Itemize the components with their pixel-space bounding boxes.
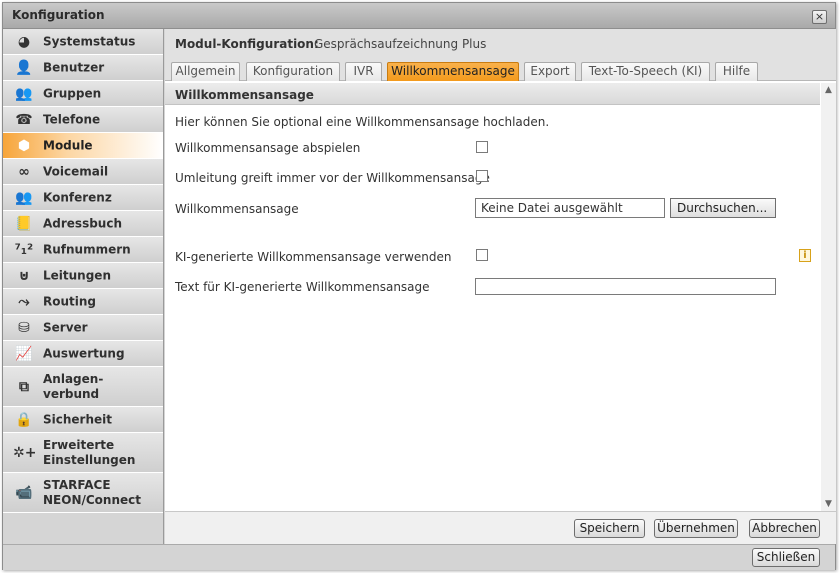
sidebar-item-label: Module [43, 138, 93, 152]
tab-allgemein[interactable]: Allgemein [171, 62, 240, 81]
label-line: STARFACE [43, 477, 111, 492]
addressbook-icon: 📒 [15, 215, 33, 232]
conference-icon: 👥 [15, 189, 33, 206]
sidebar-item-sicherheit[interactable]: 🔒 Sicherheit [3, 407, 163, 433]
window-bottombar: Schließen [3, 544, 835, 570]
sidebar-item-label: Erweiterte Einstellungen [43, 438, 135, 468]
sidebar-item-voicemail[interactable]: ∞ Voicemail [3, 159, 163, 185]
sidebar-item-label: Konferenz [43, 190, 112, 204]
voicemail-icon: ∞ [18, 163, 30, 180]
sidebar-item-routing[interactable]: ⤳ Routing [3, 289, 163, 315]
sidebar-item-label: Routing [43, 294, 97, 308]
status-icon: ◕ [17, 33, 31, 50]
main-panel: Modul-Konfiguration: Gesprächsaufzeichnu… [165, 29, 836, 544]
tab-export[interactable]: Export [524, 62, 576, 81]
play-welcome-checkbox[interactable] [476, 141, 488, 153]
sidebar-item-auswertung[interactable]: 📈 Auswertung [3, 341, 163, 367]
vertical-scrollbar[interactable]: ▲ ▼ [821, 83, 836, 511]
ai-welcome-checkbox[interactable] [476, 249, 488, 261]
header-label: Modul-Konfiguration: [175, 37, 319, 51]
label-line: NEON/Connect [43, 492, 141, 507]
sidebar-item-starface-neon[interactable]: 📹 STARFACE NEON/Connect [3, 473, 163, 513]
camera-icon: 📹 [15, 484, 33, 501]
scroll-down-icon[interactable]: ▼ [823, 499, 834, 509]
numbers-icon: ⁷₁² [14, 241, 34, 258]
sidebar-item-anlagenverbund[interactable]: ⧉ Anlagen-verbund [3, 367, 163, 407]
configuration-window: Konfiguration × ◕ Systemstatus 👤 Benutze… [2, 2, 836, 570]
sidebar-item-label: Systemstatus [43, 34, 136, 48]
module-icon: ⬢ [17, 137, 31, 154]
label-line: Erweiterte [43, 437, 115, 452]
sidebar-item-erweiterte-einstellungen[interactable]: ✲+ Erweiterte Einstellungen [3, 433, 163, 473]
sidebar-item-label: Telefone [43, 112, 101, 126]
section-header: Willkommensansage [165, 83, 820, 105]
routing-icon: ⤳ [18, 293, 30, 310]
sidebar-item-systemstatus[interactable]: ◕ Systemstatus [3, 29, 163, 55]
tab-ivr[interactable]: IVR [345, 62, 382, 81]
play-welcome-label: Willkommensansage abspielen [175, 141, 361, 155]
welcome-file-label: Willkommensansage [175, 202, 299, 216]
sidebar-item-label: Gruppen [43, 86, 102, 100]
tab-text-to-speech[interactable]: Text-To-Speech (KI) [581, 62, 710, 81]
close-window-button[interactable]: Schließen [752, 548, 820, 567]
sidebar-item-label: Leitungen [43, 268, 111, 282]
phone-icon: ☎ [15, 111, 33, 128]
sidebar-item-label: Voicemail [43, 164, 109, 178]
intro-text: Hier können Sie optional eine Willkommen… [175, 115, 550, 129]
redirect-before-welcome-checkbox[interactable] [476, 170, 488, 182]
tab-konfiguration[interactable]: Konfiguration [246, 62, 340, 81]
sidebar-item-server[interactable]: ⛁ Server [3, 315, 163, 341]
sidebar-item-label: Sicherheit [43, 412, 112, 426]
sidebar-item-module[interactable]: ⬢ Module [3, 133, 163, 159]
label-line: Anlagen- [43, 371, 104, 386]
lock-icon: 🔒 [15, 411, 33, 428]
sidebar-item-label: Adressbuch [43, 216, 123, 230]
user-icon: 👤 [15, 59, 33, 76]
sidebar-item-benutzer[interactable]: 👤 Benutzer [3, 55, 163, 81]
ai-welcome-label: KI-generierte Willkommensansage verwende… [175, 250, 452, 264]
label-line: Einstellungen [43, 452, 136, 467]
sidebar-item-label: Server [43, 320, 88, 334]
tab-hilfe[interactable]: Hilfe [715, 62, 758, 81]
ai-welcome-text-label: Text für KI-generierte Willkommensansage [175, 280, 430, 294]
network-icon: ⧉ [19, 378, 29, 395]
sidebar-item-leitungen[interactable]: ⊍ Leitungen [3, 263, 163, 289]
section-title: Willkommensansage [175, 88, 314, 102]
sidebar-item-konferenz[interactable]: 👥 Konferenz [3, 185, 163, 211]
scroll-up-icon[interactable]: ▲ [823, 85, 834, 95]
sidebar-item-label: Auswertung [43, 346, 125, 360]
header-module-name: Gesprächsaufzeichnung Plus [314, 37, 487, 51]
action-footer: Speichern Übernehmen Abbrechen [165, 511, 836, 544]
welcome-file-field[interactable]: Keine Datei ausgewählt [475, 198, 665, 218]
sidebar-item-rufnummern[interactable]: ⁷₁² Rufnummern [3, 237, 163, 263]
sidebar-item-label: Benutzer [43, 60, 105, 74]
redirect-before-welcome-label: Umleitung greift immer vor der Willkomme… [175, 171, 490, 185]
advanced-settings-icon: ✲+ [13, 444, 37, 461]
group-icon: 👥 [15, 85, 33, 102]
window-titlebar: Konfiguration × [3, 3, 835, 29]
close-icon[interactable]: × [812, 10, 827, 24]
chart-icon: 📈 [15, 345, 33, 362]
sidebar-item-adressbuch[interactable]: 📒 Adressbuch [3, 211, 163, 237]
lines-icon: ⊍ [18, 267, 30, 284]
sidebar-item-label: STARFACE NEON/Connect [43, 478, 141, 508]
cancel-button[interactable]: Abbrechen [749, 519, 820, 538]
module-config-header: Modul-Konfiguration: Gesprächsaufzeichnu… [165, 29, 836, 57]
sidebar-item-gruppen[interactable]: 👥 Gruppen [3, 81, 163, 107]
apply-button[interactable]: Übernehmen [654, 519, 738, 538]
browse-button[interactable]: Durchsuchen... [670, 198, 776, 218]
label-line: verbund [43, 386, 100, 401]
tab-willkommensansage[interactable]: Willkommensansage [387, 62, 519, 81]
server-icon: ⛁ [18, 319, 30, 336]
info-icon[interactable]: i [799, 249, 811, 262]
sidebar-item-label: Anlagen-verbund [43, 372, 103, 402]
sidebar-item-telefone[interactable]: ☎ Telefone [3, 107, 163, 133]
sidebar-nav: ◕ Systemstatus 👤 Benutzer 👥 Gruppen ☎ Te… [3, 29, 164, 544]
ai-welcome-text-input[interactable] [475, 278, 776, 295]
save-button[interactable]: Speichern [574, 519, 645, 538]
tab-bar: Allgemein Konfiguration IVR Willkommensa… [165, 57, 836, 81]
sidebar-item-label: Rufnummern [43, 242, 131, 256]
window-title: Konfiguration [12, 8, 105, 22]
